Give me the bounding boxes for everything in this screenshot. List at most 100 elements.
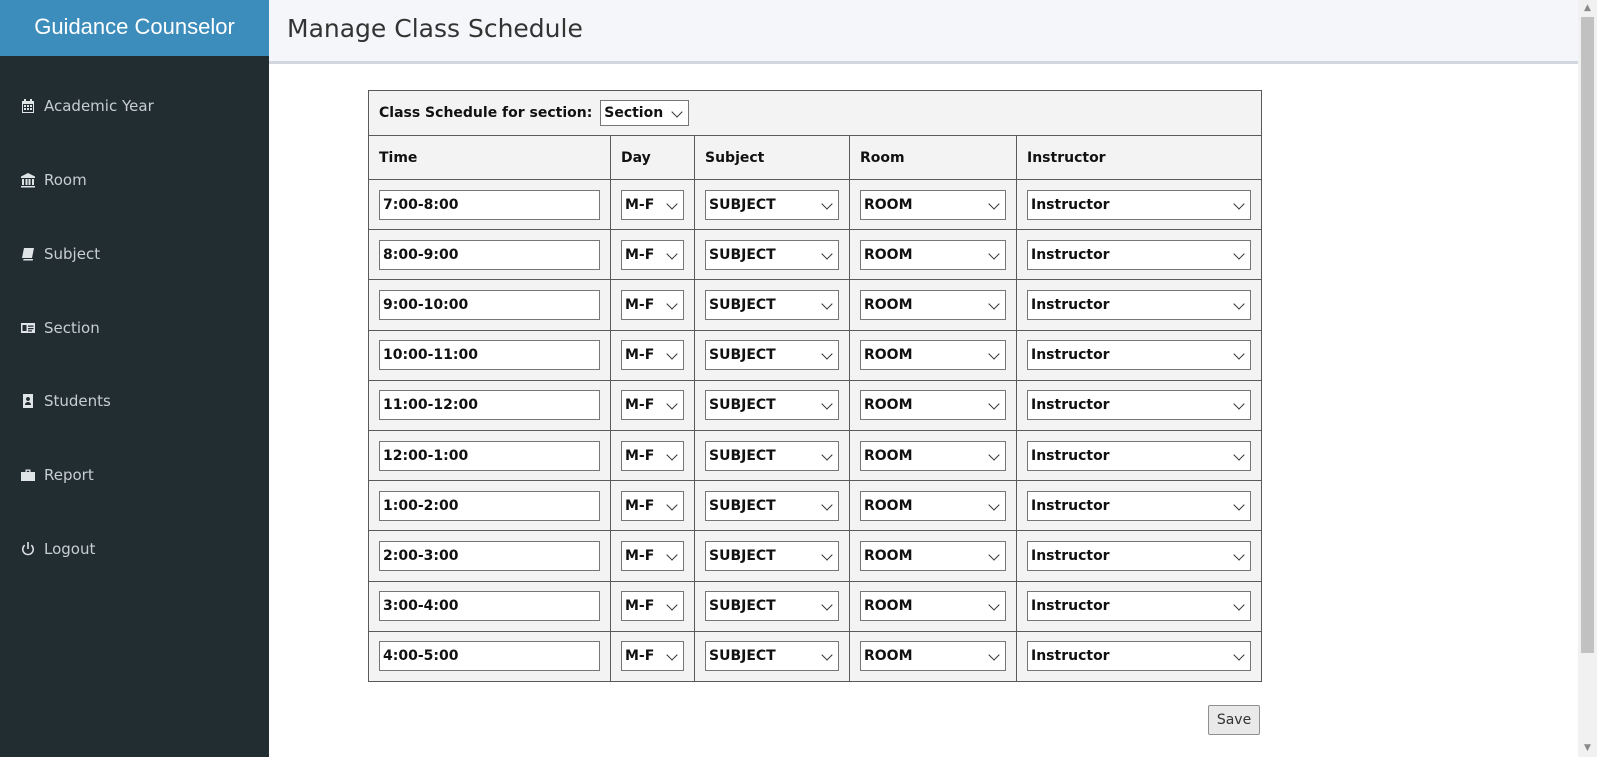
table-cell: SUBJECT bbox=[694, 279, 850, 331]
table-cell: Instructor bbox=[1015, 229, 1263, 281]
brand-title[interactable]: Guidance Counselor bbox=[0, 0, 269, 56]
subject-select[interactable]: SUBJECT bbox=[705, 490, 839, 521]
subject-select[interactable]: SUBJECT bbox=[705, 440, 839, 471]
time-input[interactable]: 7:00-8:00 bbox=[379, 189, 600, 220]
table-cell: M-F bbox=[610, 229, 695, 281]
sidebar-item-students[interactable]: Students bbox=[20, 389, 111, 413]
briefcase-icon bbox=[21, 469, 35, 481]
time-input[interactable]: 11:00-12:00 bbox=[379, 390, 600, 421]
sidebar-item-label: Subject bbox=[44, 245, 101, 263]
sidebar-item-logout[interactable]: Logout bbox=[20, 537, 95, 561]
room-select[interactable]: ROOM bbox=[860, 189, 1006, 220]
time-input[interactable]: 4:00-5:00 bbox=[379, 641, 600, 672]
subject-select[interactable]: SUBJECT bbox=[705, 189, 839, 220]
sidebar-item-section[interactable]: Section bbox=[20, 316, 100, 340]
table-cell: Instructor bbox=[1015, 480, 1263, 532]
table-cell: SUBJECT bbox=[694, 178, 850, 231]
save-button[interactable]: Save bbox=[1208, 705, 1260, 735]
instructor-select[interactable]: Instructor bbox=[1027, 189, 1252, 220]
time-input[interactable]: 10:00-11:00 bbox=[379, 340, 600, 371]
instructor-select[interactable]: Instructor bbox=[1027, 239, 1252, 270]
day-select[interactable]: M-F bbox=[621, 189, 684, 220]
room-select[interactable]: ROOM bbox=[860, 289, 1006, 320]
sidebar-item-academic-year[interactable]: Academic Year bbox=[20, 94, 154, 118]
table-cell: ROOM bbox=[849, 580, 1017, 632]
table-cell: 10:00-11:00 bbox=[368, 329, 611, 381]
page-scrollbar[interactable]: ▲ ▼ bbox=[1578, 0, 1597, 757]
room-select[interactable]: ROOM bbox=[860, 591, 1006, 622]
instructor-select[interactable]: Instructor bbox=[1027, 440, 1252, 471]
sidebar-item-room[interactable]: Room bbox=[20, 168, 87, 192]
sidebar-item-subject[interactable]: Subject bbox=[20, 242, 100, 266]
time-input[interactable]: 2:00-3:00 bbox=[379, 540, 600, 571]
sidebar-item-report[interactable]: Report bbox=[20, 463, 94, 487]
table-row: 8:00-9:00 M-F SUBJECT ROOM Instructor bbox=[368, 229, 1263, 281]
room-select[interactable]: ROOM bbox=[860, 239, 1006, 270]
subject-select[interactable]: SUBJECT bbox=[705, 540, 839, 571]
room-select[interactable]: ROOM bbox=[860, 641, 1006, 672]
instructor-select[interactable]: Instructor bbox=[1027, 540, 1252, 571]
day-select[interactable]: M-F bbox=[621, 641, 684, 672]
instructor-select[interactable]: Instructor bbox=[1027, 591, 1252, 622]
day-select[interactable]: M-F bbox=[621, 289, 684, 320]
table-cell: 7:00-8:00 bbox=[368, 178, 611, 231]
instructor-select[interactable]: Instructor bbox=[1027, 340, 1252, 371]
day-select[interactable]: M-F bbox=[621, 591, 684, 622]
bank-icon bbox=[21, 173, 35, 188]
table-cell: SUBJECT bbox=[694, 480, 850, 532]
table-cell: SUBJECT bbox=[694, 429, 850, 482]
column-header-subject: Subject bbox=[694, 135, 850, 180]
subject-select[interactable]: SUBJECT bbox=[705, 239, 839, 270]
instructor-select[interactable]: Instructor bbox=[1027, 641, 1252, 672]
scroll-thumb[interactable] bbox=[1581, 17, 1594, 653]
id-card-icon bbox=[21, 323, 35, 333]
room-select[interactable]: ROOM bbox=[860, 440, 1006, 471]
scroll-up-arrow-icon[interactable]: ▲ bbox=[1578, 0, 1597, 17]
room-select[interactable]: ROOM bbox=[860, 390, 1006, 421]
day-select[interactable]: M-F bbox=[621, 540, 684, 571]
column-header-instructor: Instructor bbox=[1015, 135, 1263, 180]
day-select[interactable]: M-F bbox=[621, 490, 684, 521]
table-cell: Instructor bbox=[1015, 580, 1263, 632]
day-select[interactable]: M-F bbox=[621, 440, 684, 471]
time-input[interactable]: 8:00-9:00 bbox=[379, 239, 600, 270]
table-cell: M-F bbox=[610, 379, 695, 431]
time-input[interactable]: 3:00-4:00 bbox=[379, 591, 600, 622]
day-select[interactable]: M-F bbox=[621, 340, 684, 371]
room-select[interactable]: ROOM bbox=[860, 540, 1006, 571]
subject-select[interactable]: SUBJECT bbox=[705, 289, 839, 320]
table-row: 10:00-11:00 M-F SUBJECT ROOM Instructor bbox=[368, 329, 1263, 381]
schedule-header-row: Time Day Subject Room Instructor bbox=[368, 135, 1263, 180]
subject-select[interactable]: SUBJECT bbox=[705, 591, 839, 622]
table-cell: ROOM bbox=[849, 178, 1017, 231]
instructor-select[interactable]: Instructor bbox=[1027, 289, 1252, 320]
subject-select[interactable]: SUBJECT bbox=[705, 340, 839, 371]
table-cell: ROOM bbox=[849, 229, 1017, 281]
table-cell: ROOM bbox=[849, 630, 1017, 682]
section-select[interactable]: Section bbox=[600, 100, 690, 126]
table-cell: 4:00-5:00 bbox=[368, 630, 611, 682]
room-select[interactable]: ROOM bbox=[860, 340, 1006, 371]
table-cell: 1:00-2:00 bbox=[368, 480, 611, 532]
table-row: 3:00-4:00 M-F SUBJECT ROOM Instructor bbox=[368, 580, 1263, 632]
scroll-down-arrow-icon[interactable]: ▼ bbox=[1578, 740, 1597, 757]
table-cell: Instructor bbox=[1015, 429, 1263, 482]
table-cell: Instructor bbox=[1015, 379, 1263, 431]
table-cell: SUBJECT bbox=[694, 530, 850, 582]
instructor-select[interactable]: Instructor bbox=[1027, 490, 1252, 521]
time-input[interactable]: 9:00-10:00 bbox=[379, 289, 600, 320]
time-input[interactable]: 1:00-2:00 bbox=[379, 490, 600, 521]
instructor-select[interactable]: Instructor bbox=[1027, 390, 1252, 421]
schedule-caption-row: Class Schedule for section: Section bbox=[367, 90, 1263, 136]
subject-select[interactable]: SUBJECT bbox=[705, 390, 839, 421]
day-select[interactable]: M-F bbox=[621, 239, 684, 270]
room-select[interactable]: ROOM bbox=[860, 490, 1006, 521]
time-input[interactable]: 12:00-1:00 bbox=[379, 440, 600, 471]
table-row: 12:00-1:00 M-F SUBJECT ROOM Instructor bbox=[368, 429, 1263, 482]
table-cell: 11:00-12:00 bbox=[368, 379, 611, 431]
day-select[interactable]: M-F bbox=[621, 390, 684, 421]
subject-select[interactable]: SUBJECT bbox=[705, 641, 839, 672]
table-row: 4:00-5:00 M-F SUBJECT ROOM Instructor bbox=[368, 630, 1263, 682]
table-cell: Instructor bbox=[1015, 630, 1263, 682]
table-cell: 3:00-4:00 bbox=[368, 580, 611, 632]
